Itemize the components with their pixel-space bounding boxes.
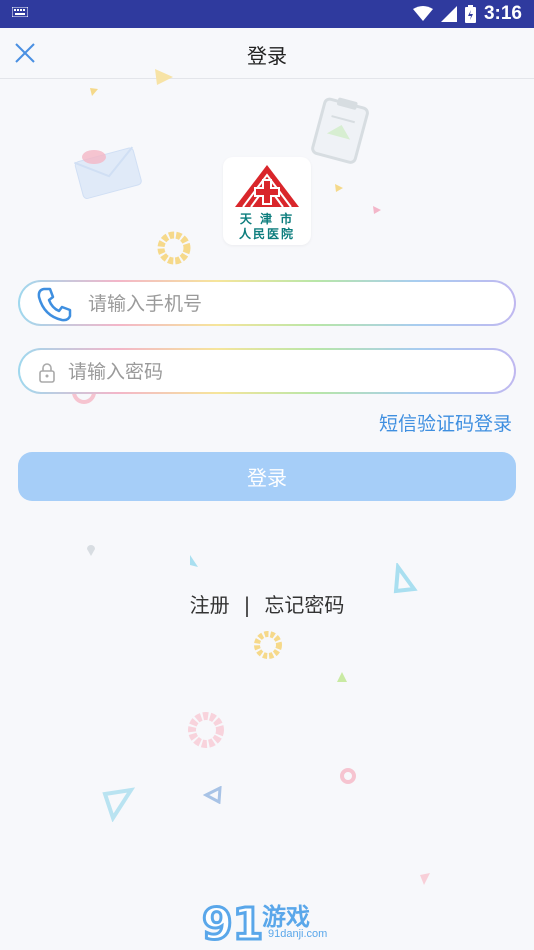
page-title: 登录 — [247, 44, 287, 68]
hospital-logo: 天 津 市 人民医院 — [223, 157, 311, 245]
register-link[interactable]: 注册 — [190, 589, 230, 618]
phone-field[interactable] — [18, 280, 516, 326]
keyboard-icon — [12, 7, 28, 17]
password-input[interactable] — [66, 350, 450, 394]
triangle-decoration — [90, 88, 98, 96]
triangle-decoration — [155, 69, 173, 85]
status-time: 3:16 — [483, 3, 522, 24]
triangle-decoration — [203, 786, 222, 804]
watermark-number: 91 — [202, 899, 263, 947]
sms-login-link[interactable]: 短信验证码登录 — [379, 409, 512, 436]
triangle-decoration — [335, 184, 343, 192]
triangle-decoration — [337, 672, 347, 682]
login-button[interactable]: 登录 — [18, 452, 516, 501]
ring-decoration — [340, 768, 356, 784]
triangle-decoration — [420, 873, 430, 885]
password-field[interactable] — [18, 348, 516, 394]
gear-decoration — [254, 631, 282, 659]
link-separator: | — [243, 593, 251, 617]
clipboard-decoration — [311, 97, 369, 164]
wifi-icon — [412, 6, 433, 21]
signal-icon — [440, 6, 457, 22]
gear-decoration — [188, 712, 224, 748]
watermark-url: 91danji.com — [268, 928, 328, 940]
watermark-91-logo-icon: 91 — [201, 898, 265, 948]
logo-text-line2: 人民医院 — [238, 227, 295, 241]
watermark-brand: 游戏 — [262, 903, 310, 931]
phone-input[interactable] — [86, 282, 470, 326]
header: 登录 — [0, 28, 534, 79]
gear-decoration — [157, 231, 191, 265]
red-cross-logo-icon — [235, 165, 299, 208]
triangle-decoration — [373, 206, 381, 214]
triangle-decoration — [102, 787, 135, 822]
status-bar: 3:16 — [0, 0, 534, 28]
lock-icon — [39, 363, 55, 383]
watermark: 91 游戏 91danji.com — [200, 895, 340, 948]
triangle-decoration — [190, 555, 198, 567]
envelope-decoration — [74, 146, 142, 199]
forgot-password-link[interactable]: 忘记密码 — [264, 589, 344, 618]
bottom-links: 注册 | 忘记密码 — [0, 589, 534, 618]
battery-icon — [464, 5, 476, 23]
phone-icon — [37, 287, 72, 322]
pin-decoration — [87, 545, 95, 556]
